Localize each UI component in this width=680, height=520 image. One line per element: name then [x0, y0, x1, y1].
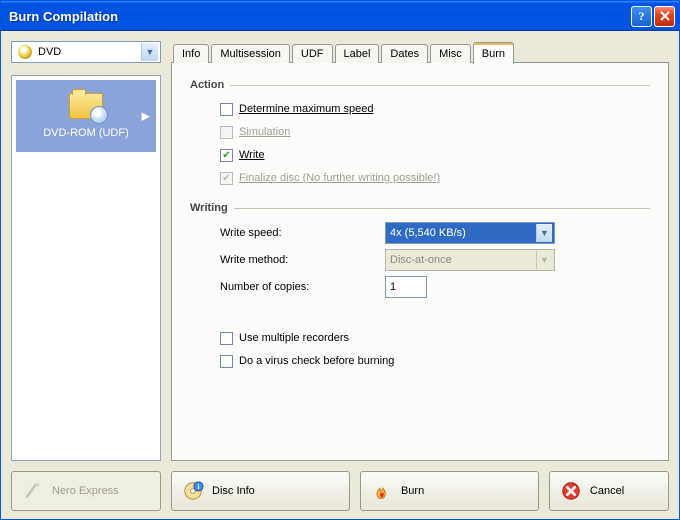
checkbox-virus-check[interactable] — [220, 355, 233, 368]
write-method-dropdown: Disc-at-once ▼ — [385, 249, 555, 271]
cancel-icon — [560, 480, 582, 502]
svg-text:i: i — [197, 482, 199, 491]
tab-label[interactable]: Label — [335, 44, 380, 63]
cancel-label: Cancel — [590, 485, 624, 497]
compilation-type-label: DVD-ROM (UDF) — [43, 127, 129, 139]
disc-info-label: Disc Info — [212, 485, 255, 497]
write-method-value: Disc-at-once — [390, 254, 536, 266]
wizard-icon — [22, 480, 44, 502]
tab-info[interactable]: Info — [173, 44, 209, 63]
help-button[interactable]: ? — [631, 6, 652, 27]
tab-dates[interactable]: Dates — [381, 44, 428, 63]
burn-icon — [371, 480, 393, 502]
label-multi-recorders: Use multiple recorders — [239, 332, 349, 344]
section-action-heading: Action — [190, 79, 224, 91]
chevron-right-icon: ▶ — [142, 110, 150, 123]
chevron-down-icon: ▼ — [141, 43, 158, 61]
label-number-copies: Number of copies: — [220, 281, 385, 293]
cancel-button[interactable]: Cancel — [549, 471, 669, 511]
tab-misc[interactable]: Misc — [430, 44, 471, 63]
chevron-down-icon: ▼ — [536, 251, 552, 269]
burn-button[interactable]: Burn — [360, 471, 539, 511]
write-speed-dropdown[interactable]: 4x (5,540 KB/s) ▼ — [385, 222, 555, 244]
section-writing-heading: Writing — [190, 202, 228, 214]
dialog-button-bar: Nero Express i Disc Info Burn Cancel — [11, 471, 669, 511]
label-virus-check: Do a virus check before burning — [239, 355, 394, 367]
label-finalize: Finalize disc (No further writing possib… — [239, 172, 440, 184]
titlebar: Burn Compilation ? — [1, 1, 679, 31]
tab-bar: Info Multisession UDF Label Dates Misc B… — [171, 41, 669, 63]
compilation-type-list: ▶ DVD-ROM (UDF) — [11, 75, 161, 461]
disc-type-value: DVD — [38, 46, 141, 58]
close-button[interactable] — [654, 6, 675, 27]
nero-express-button: Nero Express — [11, 471, 161, 511]
label-simulation: Simulation — [239, 126, 290, 138]
disc-icon — [18, 45, 32, 59]
tab-multisession[interactable]: Multisession — [211, 44, 290, 63]
checkbox-multi-recorders[interactable] — [220, 332, 233, 345]
checkbox-simulation — [220, 126, 233, 139]
tab-udf[interactable]: UDF — [292, 44, 333, 63]
write-speed-value: 4x (5,540 KB/s) — [390, 227, 536, 239]
burn-tab-panel: Action Determine maximum speed Simulatio… — [171, 62, 669, 461]
label-write-speed: Write speed: — [220, 227, 385, 239]
disc-info-icon: i — [182, 480, 204, 502]
burn-label: Burn — [401, 485, 424, 497]
checkbox-finalize: ✔ — [220, 172, 233, 185]
chevron-down-icon: ▼ — [536, 224, 552, 242]
checkbox-write[interactable]: ✔ — [220, 149, 233, 162]
tab-burn[interactable]: Burn — [473, 42, 514, 64]
label-write-method: Write method: — [220, 254, 385, 266]
disc-info-button[interactable]: i Disc Info — [171, 471, 350, 511]
folder-disc-icon — [69, 93, 103, 119]
number-copies-input[interactable] — [385, 276, 427, 298]
compilation-type-dvdrom-udf[interactable]: ▶ DVD-ROM (UDF) — [16, 80, 156, 152]
label-determine-max-speed: Determine maximum speed — [239, 103, 374, 115]
label-write: Write — [239, 149, 264, 161]
nero-express-label: Nero Express — [52, 485, 119, 497]
disc-type-dropdown[interactable]: DVD ▼ — [11, 41, 161, 63]
checkbox-determine-max-speed[interactable] — [220, 103, 233, 116]
window-title: Burn Compilation — [9, 9, 629, 24]
